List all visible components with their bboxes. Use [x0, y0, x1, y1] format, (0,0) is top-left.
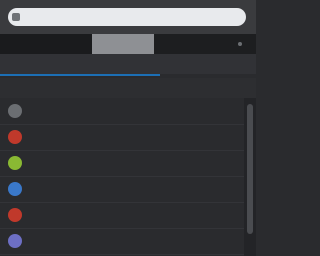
message-list [0, 98, 244, 256]
avatar [8, 156, 22, 170]
list-item[interactable] [0, 124, 244, 151]
message-snippet [74, 190, 214, 199]
address-bar[interactable] [8, 8, 246, 26]
section-meta [226, 58, 250, 70]
favicon-icon [12, 13, 20, 21]
section-title [8, 58, 88, 70]
message-time [216, 209, 240, 221]
message-subject [74, 129, 214, 138]
sender-name [26, 157, 68, 169]
sender-name [26, 183, 68, 195]
list-item[interactable] [0, 228, 244, 255]
avatar [8, 182, 22, 196]
avatar [8, 234, 22, 248]
list-item[interactable] [0, 202, 244, 229]
message-time [216, 157, 240, 169]
app-header-left [0, 34, 92, 54]
active-tab-indicator [0, 74, 160, 76]
section-header [0, 54, 256, 74]
app-title [10, 38, 88, 50]
sender-name [26, 235, 68, 247]
message-snippet [74, 112, 214, 121]
scrollbar-thumb[interactable] [247, 104, 253, 234]
column-header-row [0, 78, 256, 98]
address-bar-url[interactable] [24, 12, 224, 22]
avatar [8, 208, 22, 222]
column-header-subject[interactable] [74, 82, 184, 94]
message-snippet [74, 164, 214, 173]
list-item[interactable] [0, 98, 244, 125]
menu-dot-icon[interactable] [238, 42, 242, 46]
message-time [216, 105, 240, 117]
message-snippet [74, 216, 214, 225]
scrollbar[interactable] [244, 98, 256, 256]
sender-name [26, 209, 68, 221]
sender-name [26, 131, 68, 143]
list-item[interactable] [0, 150, 244, 177]
app-header-right [154, 34, 256, 54]
avatar [8, 130, 22, 144]
app-header-right-label[interactable] [168, 38, 218, 50]
message-subject [74, 233, 214, 242]
message-subject [74, 103, 214, 112]
message-subject [74, 207, 214, 216]
message-subject [74, 155, 214, 164]
column-header-from[interactable] [8, 82, 68, 94]
list-item[interactable] [0, 176, 244, 203]
message-subject [74, 181, 214, 190]
message-snippet [74, 138, 214, 147]
sender-name [26, 105, 68, 117]
message-time [216, 131, 240, 143]
browser-toolbar [0, 0, 256, 34]
message-time [216, 183, 240, 195]
avatar [8, 104, 22, 118]
app-header [0, 34, 256, 54]
message-snippet [74, 242, 214, 251]
message-time [216, 235, 240, 247]
selected-tab[interactable] [92, 34, 154, 54]
